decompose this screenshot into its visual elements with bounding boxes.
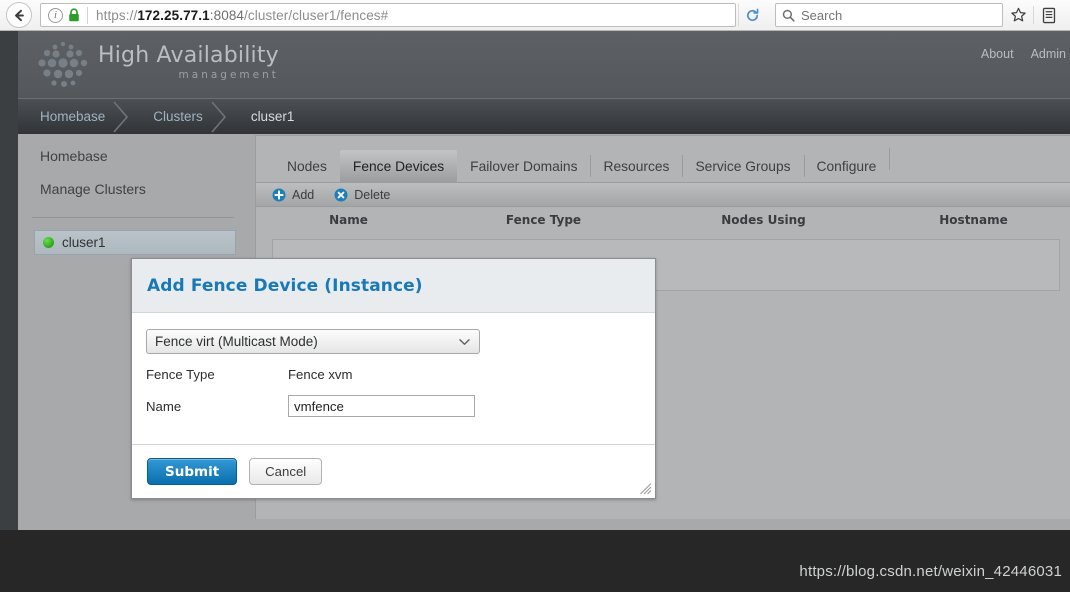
table-header-name: Name: [329, 213, 368, 227]
url-path: /cluster/cluser1/fences#: [244, 7, 389, 23]
app-header: High Availability management About Admin: [18, 31, 1070, 98]
tab-nodes[interactable]: Nodes: [274, 150, 340, 182]
submit-button[interactable]: Submit: [147, 458, 238, 485]
cluster-name-label: cluser1: [62, 235, 106, 250]
tab-label: Resources: [603, 158, 670, 174]
resize-grip-icon[interactable]: [639, 482, 652, 495]
breadcrumb-item-clusters[interactable]: Clusters: [131, 99, 229, 135]
search-icon: [782, 9, 795, 22]
tab-fence-devices[interactable]: Fence Devices: [339, 150, 458, 182]
field-row-name: Name: [146, 395, 655, 417]
url-port: :8084: [209, 7, 245, 23]
tab-divider: [889, 148, 891, 170]
name-label: Name: [146, 398, 182, 414]
reload-icon: [746, 8, 758, 21]
browser-toolbar: i https://172.25.77.1:8084/cluster/cluse…: [0, 0, 1070, 31]
tab-label: Fence Devices: [352, 158, 445, 174]
admin-link[interactable]: Admin: [1031, 47, 1066, 61]
field-row-fence-type: Fence Type Fence xvm: [146, 367, 655, 382]
tab-resources[interactable]: Resources: [590, 150, 682, 182]
honeycomb-dots-logo: [38, 41, 88, 87]
cancel-button[interactable]: Cancel: [249, 458, 323, 485]
delete-button-label: Delete: [354, 187, 391, 202]
breadcrumb-item-cluser1[interactable]: cluser1: [229, 99, 321, 135]
breadcrumb-chevron-icon: [113, 100, 129, 133]
add-fence-device-dialog: Add Fence Device (Instance) Fence virt (…: [131, 258, 656, 499]
sidebar-item-cluser1[interactable]: cluser1: [34, 230, 236, 255]
table-toolbar: Add Delete: [256, 182, 1070, 207]
url-bar[interactable]: i https://172.25.77.1:8084/cluster/cluse…: [40, 3, 736, 27]
back-button[interactable]: [6, 2, 32, 28]
tab-configure[interactable]: Configure: [803, 150, 890, 182]
table-header-row: Name Fence Type Nodes Using Hostname: [256, 207, 1070, 233]
tab-label: Nodes: [287, 158, 327, 174]
page-left-gutter: [0, 31, 18, 530]
tab-failover-domains[interactable]: Failover Domains: [457, 150, 590, 182]
tab-label: Configure: [816, 158, 877, 174]
page-body: High Availability management About Admin…: [0, 31, 1070, 592]
fence-type-label: Fence Type: [146, 367, 215, 382]
breadcrumb-item-homebase[interactable]: Homebase: [18, 99, 131, 135]
x-circle-icon: [334, 188, 348, 201]
bookmark-button[interactable]: [1003, 2, 1033, 28]
site-info-icon[interactable]: i: [48, 7, 63, 23]
sidebar-divider: [32, 217, 234, 218]
add-button-label: Add: [292, 187, 315, 202]
app-subtitle: management: [178, 69, 279, 81]
url-divider: [87, 6, 88, 24]
ha-management-app: High Availability management About Admin…: [18, 31, 1070, 530]
tab-bar: Nodes Fence Devices Failover Domains Res…: [256, 136, 1070, 182]
add-fence-device-button[interactable]: Add: [272, 188, 314, 202]
table-header-hostname: Hostname: [939, 213, 1008, 227]
app-title: High Availability: [98, 43, 279, 68]
library-button[interactable]: [1034, 2, 1064, 28]
breadcrumb-label: cluser1: [250, 109, 295, 124]
url-host: 172.25.77.1: [137, 7, 210, 23]
table-header-nodes-using: Nodes Using: [721, 213, 806, 227]
about-link[interactable]: About: [981, 47, 1014, 61]
back-arrow-icon: [14, 9, 24, 21]
fence-device-type-select[interactable]: Fence virt (Multicast Mode): [146, 329, 480, 354]
dialog-body: Fence virt (Multicast Mode) Fence Type F…: [132, 313, 655, 445]
tab-label: Failover Domains: [470, 158, 578, 174]
cluster-status-dot-icon: [43, 237, 54, 248]
breadcrumb: Homebase Clusters cluser1: [18, 98, 1070, 134]
chevron-down-icon: [459, 339, 470, 345]
library-icon: [1042, 7, 1056, 23]
dialog-title: Add Fence Device (Instance): [147, 275, 423, 296]
sidebar-item-manage-clusters[interactable]: Manage Clusters: [18, 164, 250, 197]
app-logo[interactable]: High Availability management: [32, 38, 279, 90]
breadcrumb-label: Clusters: [153, 109, 203, 124]
plus-circle-icon: [272, 188, 286, 201]
tab-service-groups[interactable]: Service Groups: [682, 150, 803, 182]
breadcrumb-label: Homebase: [40, 109, 106, 124]
breadcrumb-chevron-icon: [211, 100, 226, 133]
app-content: Homebase Manage Clusters cluser1 Nodes F…: [18, 134, 1070, 530]
star-icon: [1010, 7, 1026, 21]
name-input[interactable]: [288, 395, 475, 417]
header-links: About Admin: [981, 47, 1066, 61]
padlock-icon[interactable]: [68, 8, 80, 22]
reload-button[interactable]: [738, 3, 766, 27]
fence-type-value-text: Fence xvm: [288, 367, 353, 382]
search-input[interactable]: [801, 7, 996, 23]
sidebar-item-homebase[interactable]: Homebase: [18, 134, 250, 164]
dialog-footer: Submit Cancel: [132, 444, 655, 498]
dialog-header: Add Fence Device (Instance): [132, 259, 655, 313]
watermark-text: https://blog.csdn.net/weixin_42446031: [799, 563, 1062, 580]
delete-fence-device-button[interactable]: Delete: [334, 188, 390, 202]
url-text: https://172.25.77.1:8084/cluster/cluser1…: [96, 8, 388, 23]
table-header-fence-type: Fence Type: [505, 213, 582, 227]
fence-device-type-value: Fence virt (Multicast Mode): [155, 334, 318, 349]
search-box[interactable]: [775, 3, 1003, 27]
tab-label: Service Groups: [695, 158, 791, 174]
url-scheme: https://: [96, 7, 138, 23]
